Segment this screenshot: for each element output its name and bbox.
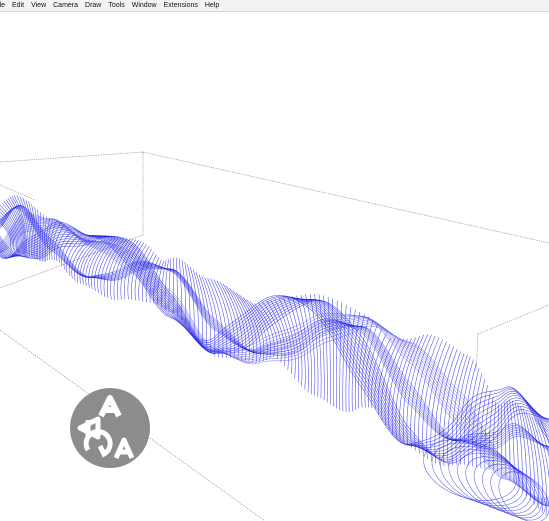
menu-view[interactable]: View: [28, 0, 50, 11]
mesh-rung: [181, 259, 187, 325]
mesh-rung: [391, 338, 412, 435]
menu-camera[interactable]: Camera: [50, 0, 82, 11]
bbox-edge: [0, 184, 36, 201]
mesh-strand: [0, 221, 549, 506]
menu-bar: ile Edit View Camera Draw Tools Window E…: [0, 0, 549, 12]
bbox-edge: [475, 333, 479, 373]
menu-extensions[interactable]: Extensions: [161, 0, 202, 11]
mesh-rung: [384, 338, 404, 426]
menu-tools[interactable]: Tools: [105, 0, 128, 11]
bbox-edge: [477, 304, 549, 335]
mesh-strand: [0, 223, 549, 506]
menu-edit[interactable]: Edit: [9, 0, 28, 11]
bounding-box: [0, 151, 549, 521]
aaga-logo-icon: [70, 388, 150, 468]
menu-window[interactable]: Window: [129, 0, 161, 11]
bbox-edge: [142, 151, 549, 244]
mesh-strand: [0, 225, 549, 507]
model-viewport[interactable]: [0, 12, 549, 521]
mesh-strand: [0, 227, 549, 507]
model-canvas[interactable]: [0, 12, 549, 521]
wireframe-mesh: [0, 195, 549, 521]
mesh-rung: [332, 298, 334, 407]
mesh-rung: [336, 300, 338, 409]
mesh-strand: [0, 216, 549, 502]
mesh-loop: [465, 456, 535, 514]
mesh-strand: [0, 224, 549, 507]
mesh-rung: [318, 294, 325, 401]
menu-help[interactable]: Help: [202, 0, 223, 11]
mesh-rung: [459, 359, 474, 465]
menu-file[interactable]: ile: [0, 0, 9, 11]
mesh-rung: [388, 338, 408, 431]
menu-draw[interactable]: Draw: [82, 0, 105, 11]
bbox-edge: [0, 151, 144, 163]
mesh-rung: [418, 337, 440, 454]
